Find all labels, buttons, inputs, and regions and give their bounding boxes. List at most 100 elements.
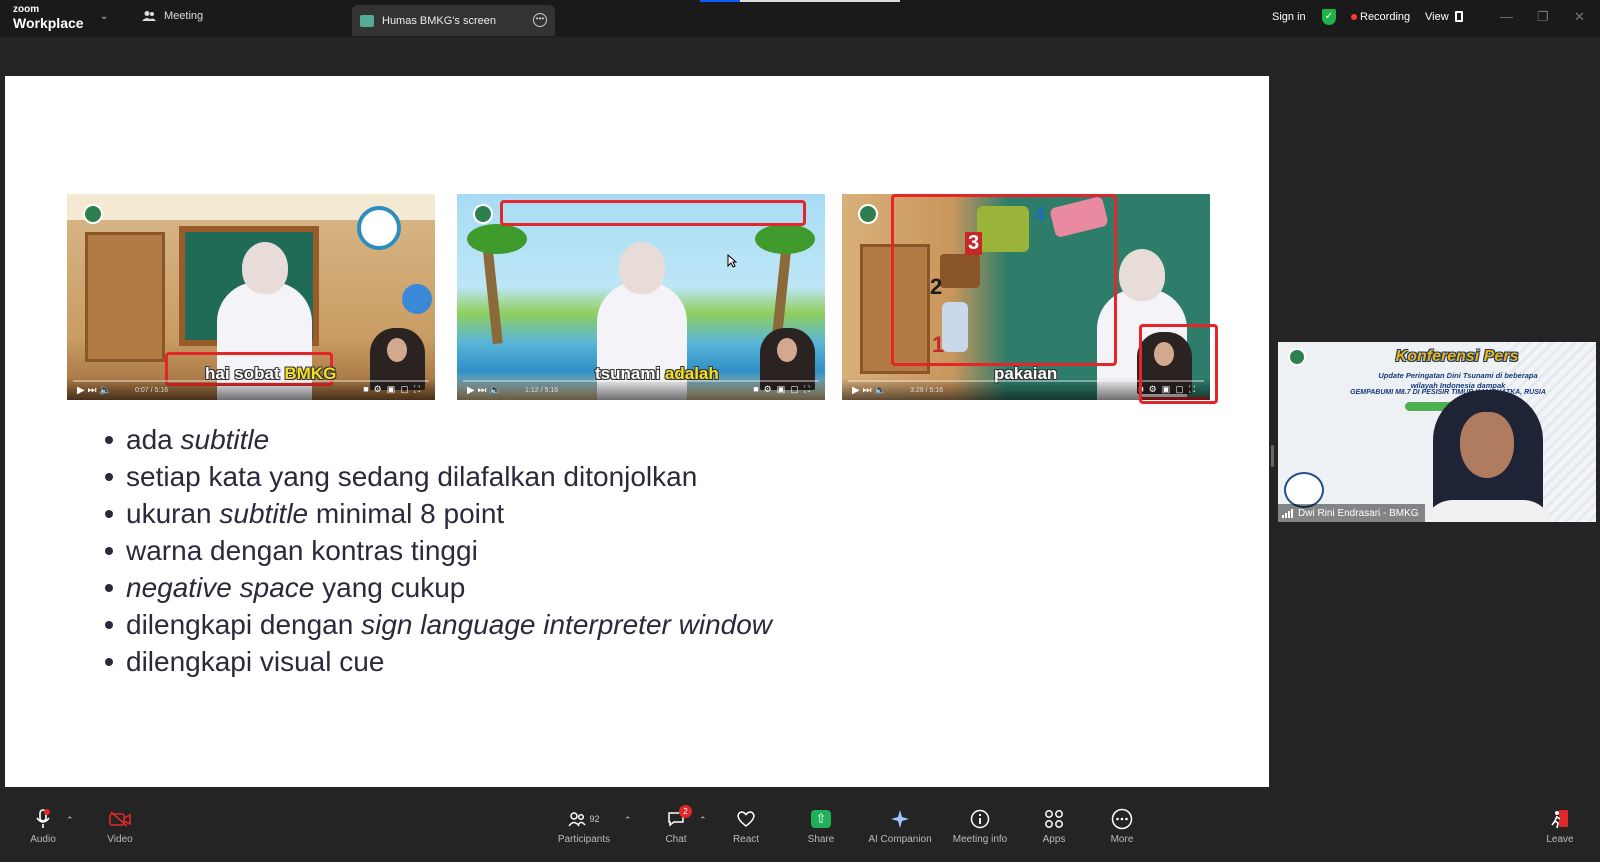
participant-name-label: Dwi Rini Endrasari - BMKG [1278, 504, 1425, 522]
list-item: dilengkapi visual cue [105, 643, 772, 680]
tab-shared-screen-label: Humas BMKG's screen [382, 14, 496, 27]
audio-options-chevron-icon[interactable]: ⌃ [66, 815, 74, 826]
title-bar: zoom Workplace ⌄ Meeting Humas BMKG's sc… [0, 0, 1600, 37]
more-icon [1111, 808, 1133, 830]
list-item: warna dengan kontras tinggi [105, 532, 772, 569]
apps-button[interactable]: Apps [1019, 807, 1089, 845]
share-label: Share [807, 834, 835, 845]
participants-icon [568, 812, 587, 827]
play-icon[interactable]: ▶ ⏭ 🔈 [77, 385, 112, 396]
bullet-list: ada subtitle setiap kata yang sedang dil… [105, 421, 772, 680]
participant-video-tile[interactable]: Konferensi Pers Update Peringatan Dini T… [1278, 342, 1596, 522]
shared-screen-slide: hai sobat BMKG ▶ ⏭ 🔈 0:07 / 5:16 ■⚙▣▢⛶ t… [5, 76, 1269, 787]
info-icon [970, 809, 990, 829]
video-off-icon [109, 811, 131, 827]
tile-banner-title: Konferensi Pers [1395, 348, 1519, 365]
heart-icon [737, 811, 755, 827]
player-settings-icons[interactable]: ■⚙▣▢⛶ [363, 384, 425, 395]
chevron-down-icon[interactable]: ⌄ [100, 11, 108, 22]
chat-unread-badge: 2 [679, 805, 692, 818]
interpreter-highlight-box-outer [1139, 324, 1218, 404]
apps-icon [1045, 810, 1063, 828]
meeting-info-label: Meeting info [952, 834, 1008, 845]
video-thumbnail: tsunami adalah ▶ ⏭ 🔈 1:12 / 5:16 ■⚙▣▢⛶ [457, 194, 825, 400]
zoom-window: zoom Workplace ⌄ Meeting Humas BMKG's sc… [0, 0, 1600, 862]
logo-workplace-text: Workplace [13, 15, 84, 31]
audio-label: Audio [30, 834, 56, 845]
play-icon[interactable]: ▶ ⏭ 🔈 [467, 385, 502, 396]
close-icon[interactable]: ✕ [1574, 9, 1585, 25]
more-label: More [1110, 834, 1134, 845]
leave-icon [1551, 810, 1568, 829]
highlight-box [500, 200, 806, 226]
participants-label: Participants [557, 834, 611, 845]
video-button[interactable]: Video [85, 807, 155, 845]
leave-button[interactable]: Leave [1525, 807, 1595, 845]
bmkg-logo [473, 204, 493, 224]
react-button[interactable]: React [711, 807, 781, 845]
globe-icon [402, 284, 432, 314]
more-button[interactable]: More [1087, 807, 1157, 845]
apps-label: Apps [1042, 834, 1066, 845]
microphone-icon [36, 809, 50, 828]
meeting-info-button[interactable]: Meeting info [945, 807, 1015, 845]
meeting-toolbar: Audio ⌃ Video 92 Participants ⌃ 2 Chat ⌃ [0, 805, 1600, 862]
chat-button[interactable]: 2 Chat [641, 805, 711, 845]
bmkg-logo [858, 204, 878, 224]
shield-check-icon[interactable]: ✓ [1322, 9, 1336, 25]
loading-indicator [700, 0, 900, 2]
list-item: ada subtitle [105, 421, 772, 458]
tab-shared-screen[interactable]: Humas BMKG's screen ••• [352, 5, 555, 36]
bmkg-logo [1288, 348, 1306, 366]
tile-banner-subtitle: Update Peringatan Dini Tsunami di bebera… [1378, 371, 1538, 390]
palm-leaves [755, 224, 815, 254]
signal-strength-icon [1282, 508, 1293, 518]
minimize-icon[interactable]: — [1500, 9, 1513, 24]
bookshelf [85, 232, 165, 362]
video-time: 0:07 / 5:16 [135, 387, 169, 394]
mascot-icon [1284, 472, 1324, 508]
logo-zoom-text: zoom [13, 4, 40, 15]
clock-icon [357, 206, 401, 250]
zoom-logo[interactable]: zoom Workplace [13, 4, 84, 31]
audio-button[interactable]: Audio [8, 807, 78, 845]
palm-leaves [467, 224, 527, 254]
list-item: setiap kata yang sedang dilafalkan diton… [105, 458, 772, 495]
video-controls[interactable]: ▶ ⏭ 🔈 0:07 / 5:16 ■⚙▣▢⛶ [67, 378, 435, 400]
sign-in-link[interactable]: Sign in [1272, 11, 1306, 23]
participants-count: 92 [589, 814, 600, 824]
recording-dot-icon [1351, 14, 1357, 20]
view-menu[interactable]: View [1425, 11, 1449, 23]
ai-companion-label: AI Companion [868, 834, 932, 845]
people-icon [142, 11, 156, 21]
video-time: 1:12 / 5:16 [525, 387, 559, 394]
participant-name: Dwi Rini Endrasari - BMKG [1298, 507, 1419, 519]
video-controls[interactable]: ▶ ⏭ 🔈 1:12 / 5:16 ■⚙▣▢⛶ [457, 378, 825, 400]
recording-status[interactable]: Recording [1360, 11, 1410, 23]
video-label: Video [107, 834, 133, 845]
screen-share-icon [360, 14, 374, 27]
leave-label: Leave [1546, 834, 1574, 845]
mouse-cursor-icon [727, 254, 737, 268]
sparkle-icon [891, 810, 909, 828]
view-layout-icon[interactable] [1455, 11, 1463, 22]
share-button[interactable]: ⇧ Share [786, 807, 856, 845]
play-icon[interactable]: ▶ ⏭ 🔈 [852, 385, 887, 396]
bmkg-logo [83, 204, 103, 224]
panel-resize-handle[interactable] [1271, 445, 1274, 467]
list-item: ukuran subtitle minimal 8 point [105, 495, 772, 532]
restore-icon[interactable]: ❐ [1537, 9, 1549, 25]
more-options-icon[interactable]: ••• [533, 13, 547, 27]
participants-button[interactable]: 92 Participants [549, 807, 619, 845]
chat-label: Chat [665, 834, 687, 845]
video-thumbnail: hai sobat BMKG ▶ ⏭ 🔈 0:07 / 5:16 ■⚙▣▢⛶ [67, 194, 435, 400]
ai-companion-button[interactable]: AI Companion [865, 807, 935, 845]
participants-options-chevron-icon[interactable]: ⌃ [624, 815, 632, 826]
highlight-box [891, 194, 1117, 366]
tab-meeting[interactable]: Meeting [142, 10, 203, 22]
list-item: dilengkapi dengan sign language interpre… [105, 606, 772, 643]
share-screen-icon: ⇧ [811, 810, 831, 828]
player-settings-icons[interactable]: ■⚙▣▢⛶ [753, 384, 815, 395]
chat-options-chevron-icon[interactable]: ⌃ [699, 815, 707, 826]
list-item: negative space yang cukup [105, 569, 772, 606]
